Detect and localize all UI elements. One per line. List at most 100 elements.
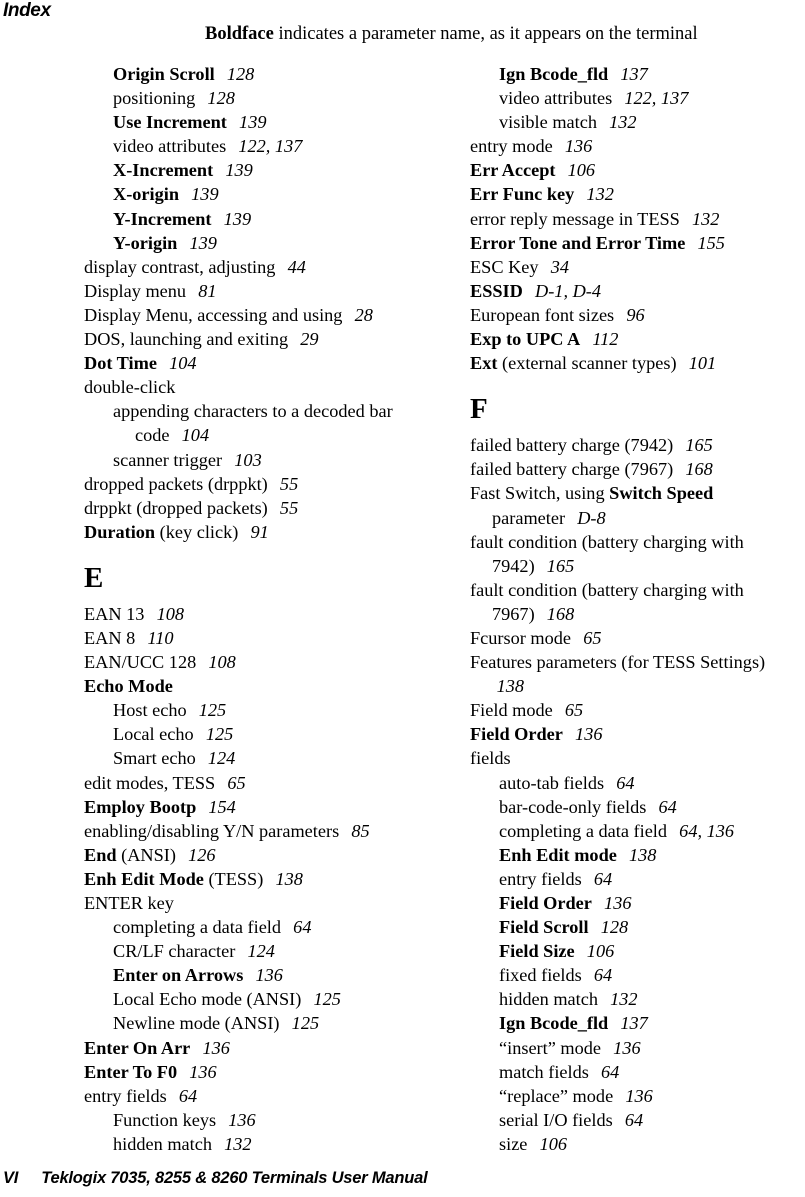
- index-entry: X-origin 139: [84, 182, 402, 206]
- index-entry: fault condition (battery charging with 7…: [470, 530, 788, 578]
- index-entry: bar-code-only fields 64: [470, 795, 788, 819]
- index-entry: Duration (key click) 91: [84, 520, 402, 544]
- index-entry-page-ref: D-8: [572, 507, 606, 528]
- page-number: VI: [3, 1169, 19, 1187]
- index-entry-page-ref: 125: [308, 989, 341, 1010]
- manual-title: Teklogix 7035, 8255 & 8260 Terminals Use…: [41, 1169, 428, 1187]
- boldface-legend-text: indicates a parameter name, as it appear…: [273, 24, 698, 44]
- index-entry-term: fields: [470, 748, 511, 769]
- index-entry: CR/LF character 124: [84, 939, 402, 963]
- index-entry-page-ref: 64: [596, 1061, 620, 1082]
- index-entry-page-ref: 125: [201, 724, 234, 745]
- index-entry: Dot Time 104: [84, 351, 402, 375]
- index-entry: End (ANSI) 126: [84, 843, 402, 867]
- index-entry-page-ref: 28: [350, 304, 373, 325]
- index-entry-term-bold: Err Func key: [470, 184, 575, 205]
- index-entry-term-bold: Enter To F0: [84, 1061, 178, 1082]
- index-entry-page-ref: 125: [287, 1013, 320, 1034]
- index-entry: auto-tab fields 64: [470, 771, 788, 795]
- index-entry-term-bold: Y-Increment: [113, 208, 212, 229]
- index-entry-term-bold: Dot Time: [84, 353, 157, 374]
- index-entry-page-ref: 138: [624, 844, 657, 865]
- index-entry-page-ref: 136: [570, 724, 603, 745]
- running-head: Index: [3, 0, 51, 21]
- index-entry-page-ref: 165: [680, 435, 713, 456]
- index-entry: Local echo 125: [84, 722, 402, 746]
- index-entry: Field Size 106: [470, 939, 788, 963]
- index-entry-term: ENTER key: [84, 893, 174, 913]
- index-entry: visible match 132: [470, 110, 788, 134]
- index-entry: Enter On Arr 136: [84, 1036, 402, 1060]
- index-entry-page-ref: 132: [581, 184, 614, 205]
- index-entry-page-ref: 126: [183, 844, 216, 865]
- index-entry-page-ref: 103: [229, 449, 262, 470]
- index-entry: Err Accept 106: [470, 158, 788, 182]
- index-entry-term: fixed fields: [499, 965, 582, 986]
- index-entry-term-bold: Ign Bcode_fld: [499, 1013, 609, 1034]
- index-entry-term-bold: Echo Mode: [84, 676, 173, 697]
- index-entry-page-ref: 34: [546, 256, 569, 277]
- index-entry-page-ref: 91: [245, 521, 269, 542]
- index-entry: match fields 64: [470, 1060, 788, 1084]
- index-entry-term: hidden match: [499, 989, 598, 1010]
- index-entry: “insert” mode 136: [470, 1036, 788, 1060]
- index-entry: Ign Bcode_fld 137: [470, 1011, 788, 1035]
- index-entry: Fast Switch, using Switch Speed paramete…: [470, 481, 788, 529]
- index-entry-page-ref: 108: [203, 652, 236, 673]
- index-entry-term: Display menu: [84, 280, 187, 301]
- index-entry-page-ref: 96: [621, 304, 645, 325]
- index-entry-term: video attributes: [499, 88, 613, 109]
- index-entry: positioning 128: [84, 86, 402, 110]
- index-entry-term-bold: Use Increment: [113, 112, 227, 133]
- index-entry-page-ref: 137: [615, 1013, 648, 1034]
- index-entry-page-ref: 106: [535, 1133, 567, 1154]
- index-entry-term: match fields: [499, 1061, 589, 1082]
- index-entry: Display Menu, accessing and using 28: [84, 303, 402, 327]
- index-entry-term: Fcursor mode: [470, 627, 572, 648]
- index-entry-page-ref: 139: [184, 232, 217, 253]
- index-entry-term: fault condition (battery charging with 7…: [470, 579, 744, 624]
- index-entry: failed battery charge (7942) 165: [470, 433, 788, 457]
- index-entry: Use Increment 139: [84, 110, 402, 134]
- index-entry-page-ref: 44: [283, 256, 306, 277]
- index-entry: enabling/disabling Y/N parameters 85: [84, 819, 402, 843]
- index-entry-term: Function keys: [113, 1109, 217, 1130]
- index-entry-term: double-click: [84, 377, 176, 398]
- index-entry: Ign Bcode_fld 137: [470, 62, 788, 86]
- index-entry-term: display contrast, adjusting: [84, 256, 276, 277]
- index-entry-term-bold: Enter On Arr: [84, 1037, 191, 1058]
- index-entry-term: DOS, launching and exiting: [84, 329, 289, 350]
- index-entry-term: enabling/disabling Y/N parameters: [84, 820, 340, 841]
- index-entry: Exp to UPC A 112: [470, 327, 788, 351]
- index-entry-term: EAN 13: [84, 603, 145, 624]
- boldface-legend: Boldface indicates a parameter name, as …: [205, 23, 797, 45]
- index-entry: Fcursor mode 65: [470, 626, 788, 650]
- index-entry-term-bold: Err Accept: [470, 160, 556, 181]
- index-entry: fault condition (battery charging with 7…: [470, 578, 788, 626]
- index-entry-term: (TESS): [203, 868, 264, 889]
- index-entry-term: EAN 8: [84, 627, 136, 648]
- index-entry-page-ref: 168: [542, 603, 575, 624]
- index-entry-term: EAN/UCC 128: [84, 652, 197, 673]
- index-entry: European font sizes 96: [470, 303, 788, 327]
- boldface-legend-emphasis: Boldface: [205, 24, 274, 44]
- index-entry-page-ref: 132: [687, 208, 720, 229]
- index-entry-page-ref: 136: [197, 1037, 230, 1058]
- index-entry-term: European font sizes: [470, 304, 615, 325]
- index-columns: Origin Scroll 128 positioning 128 Use Incr…: [0, 62, 805, 1154]
- index-entry-page-ref: 122, 137: [233, 136, 303, 157]
- index-entry-page-ref: 136: [250, 965, 283, 986]
- index-entry-term-bold: Enter on Arrows: [113, 965, 244, 986]
- index-entry-page-ref: 65: [222, 772, 246, 793]
- index-entry-term: CR/LF character: [113, 941, 236, 962]
- index-entry: Y-Increment 139: [84, 207, 402, 231]
- index-entry-term: ESC Key: [470, 256, 539, 277]
- index-entry: error reply message in TESS 132: [470, 207, 788, 231]
- index-entry-term: failed battery charge (7967): [470, 459, 674, 480]
- index-entry-page-ref: 136: [560, 136, 593, 157]
- index-entry-page-ref: 165: [542, 555, 575, 576]
- index-entry-term: positioning: [113, 88, 196, 109]
- index-entry: edit modes, TESS 65: [84, 771, 402, 795]
- index-entry-page-ref: 81: [193, 280, 217, 301]
- index-entry-term: auto-tab fields: [499, 772, 605, 793]
